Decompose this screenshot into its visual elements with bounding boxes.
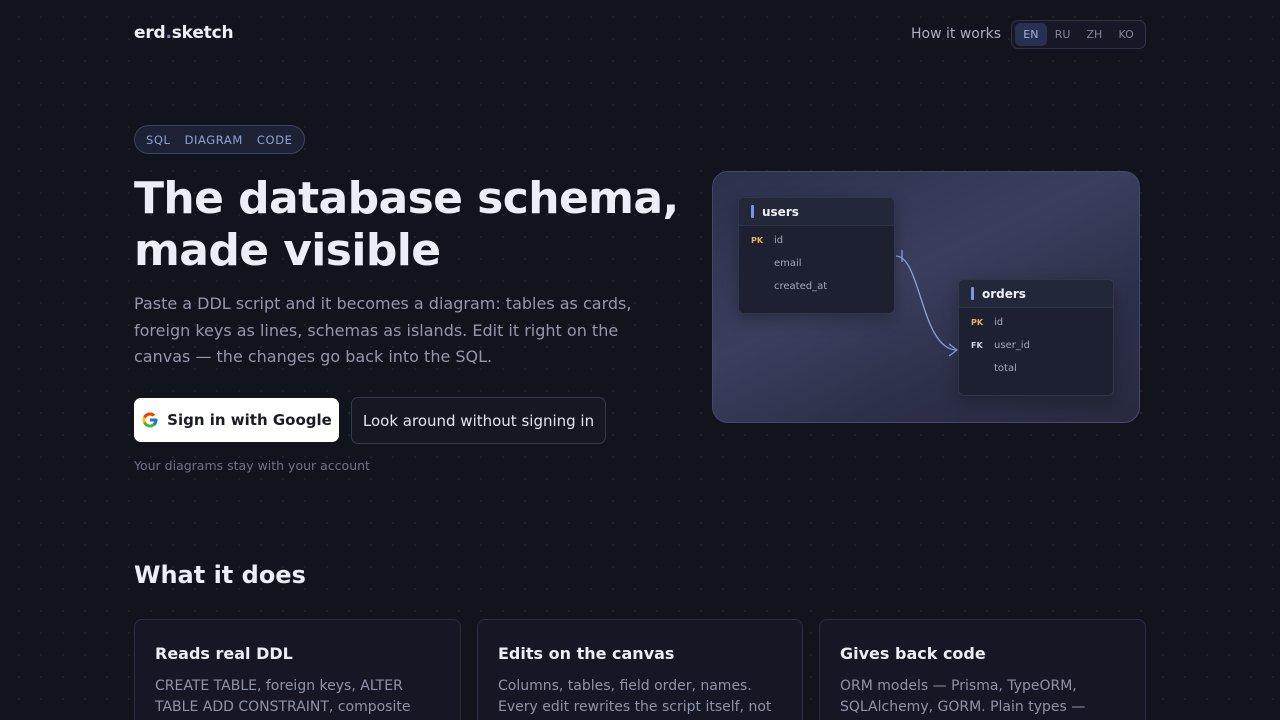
fk-relation-line bbox=[895, 255, 958, 351]
hero-subtitle: Paste a DDL script and it becomes a diag… bbox=[134, 294, 632, 366]
lang-ru[interactable]: RU bbox=[1047, 23, 1079, 46]
tag-pill: SQL DIAGRAM CODE bbox=[134, 125, 305, 154]
foreign-key-badge: FK bbox=[971, 341, 983, 350]
lang-en[interactable]: EN bbox=[1015, 23, 1047, 46]
feature-title: Gives back code bbox=[840, 644, 986, 663]
feature-text: CREATE TABLE, foreign keys, ALTER TABLE … bbox=[155, 678, 411, 715]
primary-key-badge: PK bbox=[751, 236, 764, 245]
table-column: PK id bbox=[959, 311, 1113, 334]
lang-zh[interactable]: ZH bbox=[1079, 23, 1111, 46]
tag-diagram: DIAGRAM bbox=[184, 132, 243, 147]
logo[interactable]: erd.sketch bbox=[134, 23, 234, 43]
table-header: users bbox=[739, 198, 894, 226]
feature-title: Edits on the canvas bbox=[498, 644, 675, 663]
lang-ko[interactable]: KO bbox=[1110, 23, 1142, 46]
table-column: created_at bbox=[774, 281, 828, 292]
table-name: users bbox=[762, 204, 799, 219]
table-card-users[interactable]: users PK id email created_at bbox=[738, 197, 895, 314]
tag-code: CODE bbox=[256, 132, 293, 147]
feature-card-gives-code: Gives back code ORM models — Prisma, Typ… bbox=[819, 619, 1146, 720]
tag-sql: SQL bbox=[146, 132, 171, 147]
language-switcher: EN RU ZH KO bbox=[1011, 20, 1146, 49]
feature-card-edits-canvas: Edits on the canvas Columns, tables, fie… bbox=[477, 619, 803, 720]
table-column: email bbox=[774, 258, 802, 269]
section-title: What it does bbox=[134, 561, 306, 589]
how-it-works-link[interactable]: How it works bbox=[911, 26, 1001, 42]
diagram-preview: users PK id email created_at orders PK i… bbox=[712, 171, 1140, 423]
guest-button[interactable]: Look around without signing in bbox=[351, 397, 606, 444]
table-name: orders bbox=[982, 286, 1026, 301]
table-header: orders bbox=[959, 280, 1113, 308]
feature-card-reads-ddl: Reads real DDL CREATE TABLE, foreign key… bbox=[134, 619, 461, 720]
account-note: Your diagrams stay with your account bbox=[134, 458, 370, 473]
primary-key-badge: PK bbox=[971, 318, 984, 327]
google-icon bbox=[142, 412, 158, 428]
feature-title: Reads real DDL bbox=[155, 644, 293, 663]
feature-text: ORM models — Prisma, TypeORM, SQLAlchemy… bbox=[840, 678, 1086, 715]
sign-in-google-button[interactable]: Sign in with Google bbox=[134, 398, 339, 442]
hero-headline: The database schema, made visible bbox=[134, 173, 679, 276]
feature-text: Columns, tables, field order, names. Eve… bbox=[498, 678, 772, 715]
table-column: total bbox=[994, 363, 1017, 374]
table-column: PK id bbox=[739, 229, 894, 252]
table-card-orders[interactable]: orders PK id FK user_id total bbox=[958, 279, 1114, 396]
sign-in-google-label: Sign in with Google bbox=[167, 411, 332, 429]
table-column: FK user_id bbox=[959, 334, 1113, 357]
